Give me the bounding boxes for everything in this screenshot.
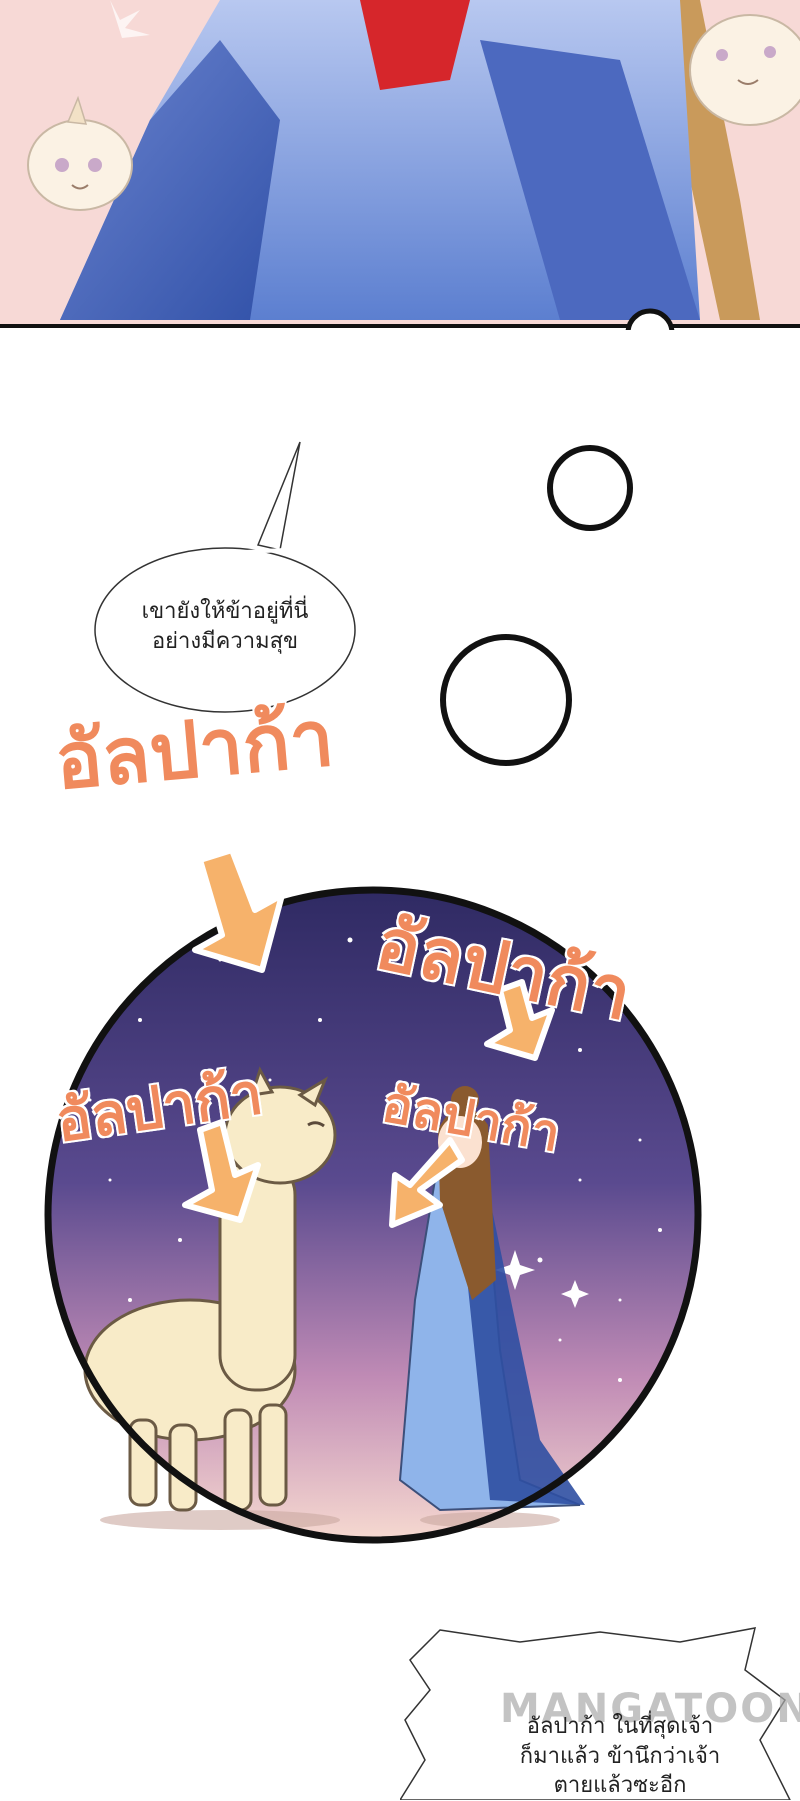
top-panel-illustration — [0, 0, 800, 330]
speech-bubble-2: อัลปาก้า ในที่สุดเจ้า ก็มาแล้ว ข้านึกว่า… — [470, 1712, 770, 1801]
speech-bubble-2-line3: ตายแล้วซะอีก — [553, 1773, 687, 1799]
arrow-down-icon — [192, 847, 285, 973]
speech-bubble-1-line1: เขายังให้ข้าอยู่ที่นี่ — [141, 599, 309, 624]
speech-bubble-2-line2: ก็มาแล้ว ข้านึกว่าเจ้า — [519, 1743, 721, 1769]
comic-page: เขายังให้ข้าอยู่ที่นี่ อย่างมีความสุข อั… — [0, 0, 800, 1800]
speech-bubble-1-line2: อย่างมีความสุข — [151, 628, 299, 654]
speech-bubble-2-line1: อัลปาก้า ในที่สุดเจ้า — [526, 1714, 714, 1739]
shout-big-left: อัลปาก้า — [51, 693, 338, 808]
speech-bubble-1: เขายังให้ข้าอยู่ที่นี่ อย่างมีความสุข — [95, 597, 355, 656]
